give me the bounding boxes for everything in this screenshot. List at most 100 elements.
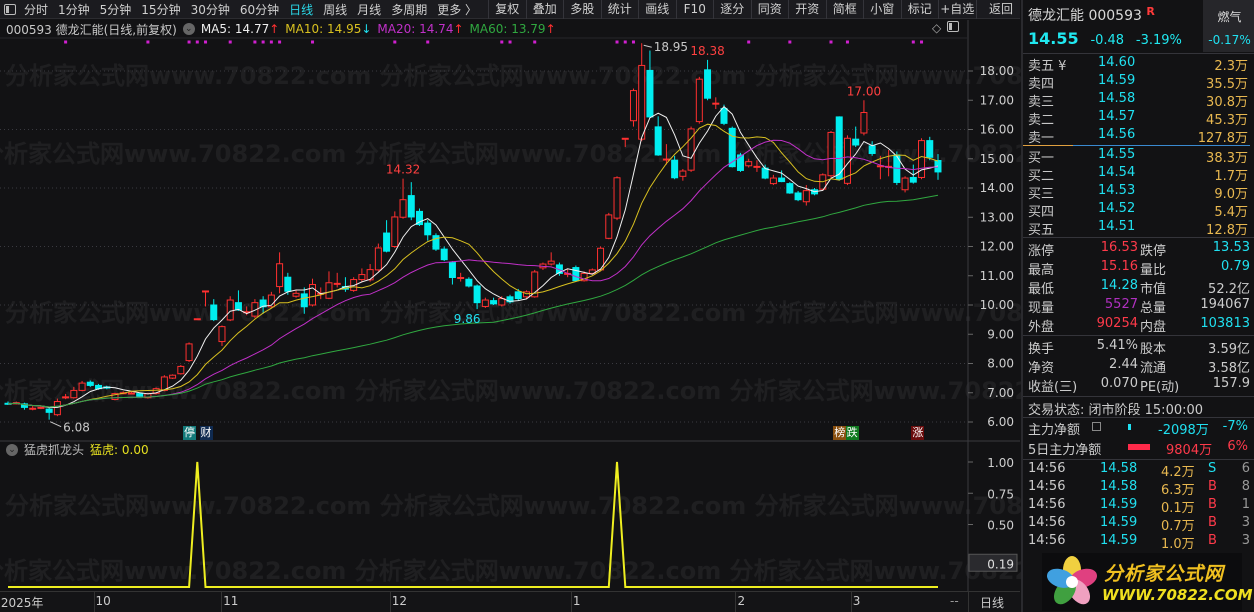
candle-up [802,190,810,203]
signal-marker [204,40,208,44]
candle-down [794,192,802,201]
candle-down [210,304,218,321]
collapse-icon[interactable]: ⌄ [6,443,18,456]
candle-up [457,277,465,280]
ask-row[interactable]: 卖四 14.59 35.5万 [1028,73,1248,92]
ask-row[interactable]: 卖五 ¥14.60 2.3万 [1028,55,1248,74]
indicator-name[interactable]: 猛虎抓龙头 [24,441,84,458]
candle-down [852,138,860,146]
stat-item: 外盘 90254 [1028,316,1138,335]
y-tick-label: 11.00 [980,269,1014,283]
candle-down [514,291,522,300]
stat-item: 换手 5.41% [1028,338,1138,357]
main-net-bar [1128,424,1131,430]
event-badge[interactable]: 停 [183,426,197,440]
signal-marker [261,40,265,44]
candle-up [169,374,177,379]
event-badge[interactable]: 跌 [845,426,859,440]
candle-up [629,90,637,122]
candle-up [358,274,366,281]
y-tick-label: 16.00 [980,123,1014,137]
event-badge[interactable]: 涨 [911,426,925,440]
candle-down [424,222,432,236]
candle-down [45,408,53,413]
sector-name: 燃气 [1217,10,1242,24]
event-badge[interactable]: 榜 [833,426,847,440]
date-tick [735,592,737,612]
stat-item: 收益(三) 0.070 [1028,376,1138,395]
stat-item: 量比 0.79 [1140,259,1250,278]
flower-logo-icon [1046,556,1098,605]
date-label: 12 [391,594,408,608]
candle-up [547,260,555,265]
candle-down [465,278,473,287]
candle-down [490,300,498,305]
candle-up [29,407,37,410]
candle-down [786,183,794,194]
period-label[interactable]: 日线 [980,594,1004,611]
annotation-arrow [643,44,652,48]
candle-down [383,232,391,252]
candle-up [78,382,86,391]
ask-row[interactable]: 卖二 14.57 45.3万 [1028,109,1248,128]
candle-down [720,107,728,124]
candle-up [276,263,284,288]
bid-row[interactable]: 买四 14.52 5.4万 [1028,201,1248,220]
bid-row[interactable]: 买一 14.55 38.3万 [1028,147,1248,166]
sector-change: -0.17% [1208,33,1251,47]
candle-down [300,293,308,308]
candle-up [53,401,61,416]
date-tick [221,592,223,612]
ask-row[interactable]: 卖三 14.58 30.8万 [1028,91,1248,110]
high-label: 14.32 [386,163,420,177]
candle-up [391,216,399,248]
bid-row[interactable]: 买五 14.51 12.8万 [1028,219,1248,238]
date-tick [93,592,95,612]
signal-marker [393,40,397,44]
site-logo: 分析家公式网 WWW.70822.COM [1042,553,1253,611]
signal-marker [911,40,915,44]
y-tick-label: 17.00 [980,93,1014,107]
candle-up [827,131,835,177]
event-badge[interactable]: 财 [199,426,213,440]
ma20-line [7,139,939,408]
candle-down [284,276,292,292]
kline-chart[interactable]: 18.0017.0016.0015.0014.0013.0012.0011.00… [0,0,1020,612]
candle-up [679,170,687,177]
date-tick [570,592,572,612]
signal-marker [623,40,627,44]
ask-row[interactable]: 卖一 14.56 127.8万 [1028,127,1248,146]
candle-up [70,389,78,399]
candle-down [909,176,917,183]
candle-down [86,381,94,386]
sector-box[interactable]: 燃气 -0.17% [1203,0,1254,52]
tick-row: 14:56 14.59 0.1万 B 1 [1028,497,1250,516]
candle-up [712,102,720,105]
candle-up [226,299,234,321]
indicator-line [8,461,938,588]
candle-up [37,406,45,409]
tick-row: 14:56 14.59 1.0万 B 3 [1028,533,1250,552]
signal-marker [747,40,751,44]
bid-row[interactable]: 买二 14.54 1.7万 [1028,165,1248,184]
signal-marker [533,40,537,44]
ma5-line [7,105,939,409]
date-label: 10 [95,594,111,608]
indicator-y-label: 1.00 [987,456,1014,470]
stat-item: 净资 2.44 [1028,357,1138,376]
stat-item: 现量 5527 [1028,297,1138,316]
signal-marker [845,40,849,44]
signal-marker [187,40,191,44]
date-label: 11 [223,594,239,608]
candle-down [926,140,934,158]
candle-up [638,64,646,140]
candle-down [136,393,144,397]
candle-down [448,262,456,279]
candle-up [918,140,926,178]
candle-up [185,343,193,362]
candle-up [62,396,70,399]
bid-row[interactable]: 买三 14.53 9.0万 [1028,183,1248,202]
signal-marker [829,40,833,44]
candle-up [901,177,909,191]
date-label: 1 [572,594,581,608]
